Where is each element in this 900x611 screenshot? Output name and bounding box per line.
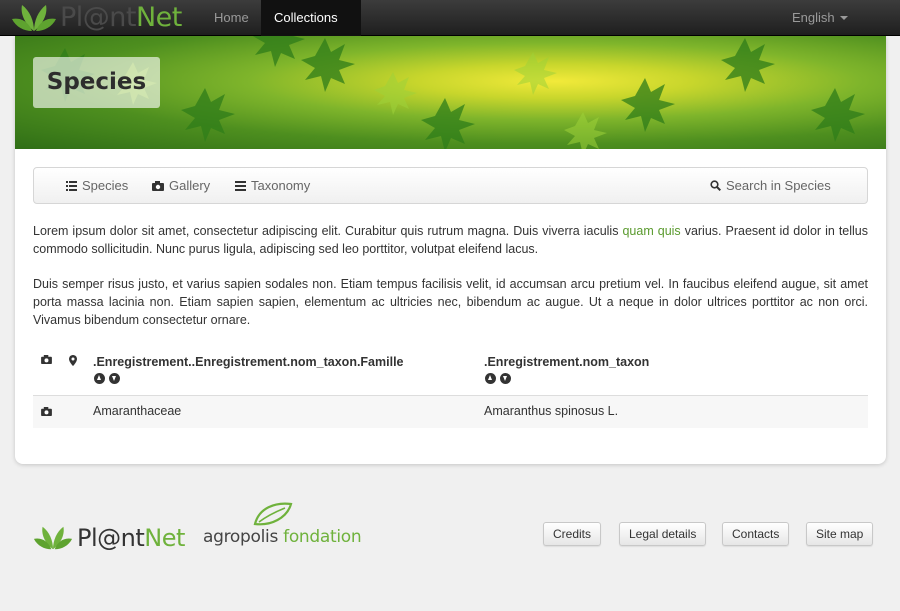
agropolis-leaf-icon: [253, 502, 293, 526]
camera-icon: [41, 355, 52, 364]
column-header-famille[interactable]: .Enregistrement..Enregistrement.nom_taxo…: [93, 355, 404, 369]
para1-link[interactable]: quam quis: [622, 224, 680, 238]
brand-name-part1: Pl@nt: [60, 2, 136, 33]
leaf-logo-icon: [33, 526, 73, 550]
nav-collections-label: Collections: [274, 10, 338, 25]
agropolis-name: agropolis fondation: [203, 527, 362, 547]
para1-text-start: Lorem ipsum dolor sit amet, consectetur …: [33, 224, 623, 238]
top-navbar: Pl@ntNet Home Collections English: [0, 0, 900, 56]
tree-list-icon: [235, 180, 246, 191]
sort-descending-icon[interactable]: [109, 373, 120, 384]
footer-brand-part1: Pl@nt: [77, 524, 145, 552]
nav-collections-dropdown[interactable]: Collections: [261, 0, 361, 56]
nav-home-link[interactable]: Home: [201, 0, 262, 36]
page-title-box: Species: [33, 57, 160, 108]
search-icon: [710, 180, 721, 191]
cell-famille: Amaranthaceae: [93, 404, 182, 418]
sort-controls-famille: [94, 373, 120, 384]
footer-plantnet-logo[interactable]: Pl@ntNet: [33, 520, 185, 556]
subnav-taxonomy-label: Taxonomy: [251, 178, 311, 193]
sort-ascending-icon[interactable]: [485, 373, 496, 384]
leaf-logo-icon: [12, 5, 56, 31]
table-row[interactable]: Amaranthaceae Amaranthus spinosus L.: [33, 396, 868, 428]
header-banner-image: Species: [15, 36, 886, 149]
intro-paragraph-2: Duis semper risus justo, et varius sapie…: [33, 277, 868, 327]
subnav-gallery-label: Gallery: [169, 178, 211, 193]
search-species-link[interactable]: Search in Species: [710, 168, 831, 203]
subnav-gallery[interactable]: Gallery: [152, 168, 210, 203]
sort-ascending-icon[interactable]: [94, 373, 105, 384]
collection-subnav: Species Gallery Taxonomy Search in Speci…: [33, 167, 868, 204]
language-dropdown[interactable]: English: [779, 0, 861, 36]
subnav-species-label: Species: [82, 178, 129, 193]
sort-controls-nom-taxon: [485, 373, 511, 384]
credits-button[interactable]: Credits: [543, 522, 602, 546]
page-title: Species: [46, 69, 147, 95]
intro-paragraph-1: Lorem ipsum dolor sit amet, consectetur …: [33, 222, 868, 258]
camera-icon[interactable]: [41, 407, 52, 416]
language-label: English: [792, 10, 835, 25]
sort-descending-icon[interactable]: [500, 373, 511, 384]
site-map-button[interactable]: Site map: [806, 522, 874, 546]
contacts-button[interactable]: Contacts: [722, 522, 790, 546]
agropolis-logo[interactable]: agropolis fondation: [203, 500, 362, 552]
subnav-taxonomy[interactable]: Taxonomy: [235, 168, 310, 203]
content-card: Species Species Gallery Taxonomy Search …: [15, 36, 886, 464]
plantnet-logo[interactable]: Pl@ntNet: [12, 0, 182, 36]
footer-brand-name: Pl@ntNet: [77, 520, 185, 556]
legal-details-button[interactable]: Legal details: [619, 522, 707, 546]
brand-name-part2: Net: [135, 2, 182, 33]
cell-nom-taxon[interactable]: Amaranthus spinosus L.: [484, 404, 618, 418]
column-header-nom-taxon[interactable]: .Enregistrement.nom_taxon: [484, 355, 649, 369]
table-header-row: .Enregistrement..Enregistrement.nom_taxo…: [33, 345, 868, 396]
map-marker-icon: [69, 355, 77, 366]
agropolis-name-part2: fondation: [278, 527, 362, 547]
brand-name: Pl@ntNet: [60, 0, 182, 36]
agropolis-name-part1: agropolis: [203, 527, 279, 547]
search-species-label: Search in Species: [726, 178, 831, 193]
subnav-species[interactable]: Species: [66, 168, 128, 203]
list-icon: [66, 180, 77, 191]
caret-down-icon: [839, 15, 848, 20]
camera-icon: [152, 180, 164, 191]
footer-brand-part2: Net: [144, 524, 185, 552]
